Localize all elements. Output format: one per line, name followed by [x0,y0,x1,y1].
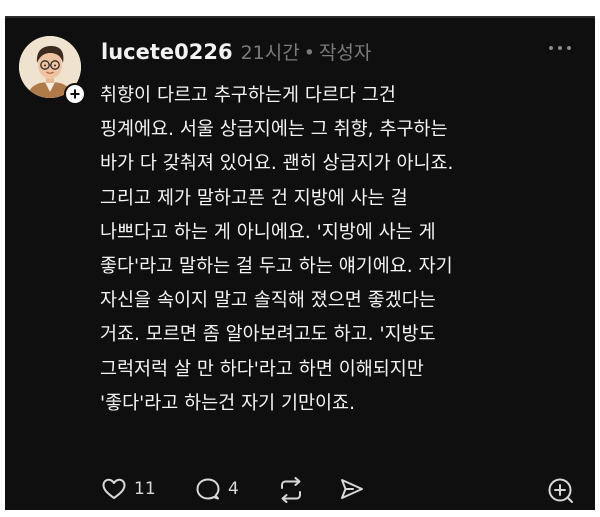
post-body-line: 나쁘다고 하는 게 아니에요. '지방에 사는 게 [100,221,436,243]
reply-button[interactable]: 4 [195,477,239,501]
more-options-button[interactable] [547,40,573,54]
post-body-line: 그리고 제가 말하고픈 건 지방에 사는 걸 [100,187,408,209]
post-header: lucete0226 21시간 • 작성자 [101,38,371,65]
follow-button[interactable] [64,83,86,105]
like-button[interactable]: 11 [101,477,156,501]
action-bar: 11 4 [101,477,581,505]
post-body-line: 거죠. 모르면 좀 알아보려고도 하고. '지방도 [100,324,436,346]
more-horizontal-icon [549,46,571,50]
repost-icon [281,477,301,503]
like-count: 11 [134,479,156,499]
username[interactable]: lucete0226 [101,40,233,64]
reply-count: 4 [228,479,239,499]
post-body-line: 좋다'라고 말하는 걸 두고 하는 얘기에요. 자기 [100,256,453,278]
heart-icon [102,478,126,499]
plus-icon [70,89,80,99]
post-body-line: 자신을 속이지 말고 솔직해 졌으면 좋겠다는 [100,290,436,312]
add-circle-icon [548,478,573,503]
post-body-line: 바가 다 갖춰져 있어요. 괜히 상급지가 아니죠. [100,153,454,175]
author-tag: 작성자 [318,42,372,64]
post-body-line: 취향이 다르고 추구하는게 다르다 그건 [100,85,396,106]
send-icon [341,479,363,499]
post-body-line: '좋다'라고 하는건 자기 기만이죠. [100,392,355,414]
post-body: 취향이 다르고 추구하는게 다르다 그건 핑계에요. 서울 상급지에는 그 취향… [100,79,580,421]
post-card: lucete0226 21시간 • 작성자 취향이 다르고 추구하는게 다르다 … [5,16,595,510]
repost-button[interactable] [277,477,305,503]
post-body-line: 핑계에요. 서울 상급지에는 그 취향, 추구하는 [100,119,448,141]
share-button[interactable] [339,477,365,501]
post-body-line: 그럭저럭 살 만 하다'라고 하면 이해되지만 [100,358,424,380]
add-button[interactable] [547,477,575,505]
post-time: 21시간 [240,42,300,64]
meta-separator: • [303,42,315,64]
comment-icon [196,478,220,500]
